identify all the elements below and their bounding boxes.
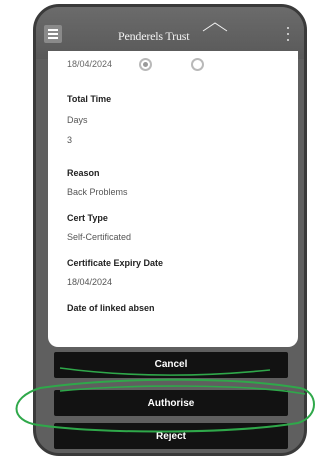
kebab-menu-icon[interactable] [286, 27, 290, 41]
brand-roof-icon [202, 22, 228, 32]
certificate-expiry-date-label: Certificate Expiry Date [67, 258, 164, 268]
certificate-expiry-date-value: 18/04/2024 [67, 277, 113, 287]
brand-logo-text: Penderels Trust [118, 29, 190, 43]
absence-details-card: 18/04/2024 Total Time Days 3 Reason Back… [48, 51, 298, 347]
date-of-linked-absence-label: Date of linked absen [67, 303, 155, 313]
phone-frame: Penderels Trust 18/04/2024 Total Time Da… [33, 4, 307, 456]
authorise-button[interactable]: Authorise [54, 390, 288, 416]
reason-value: Back Problems [67, 187, 128, 197]
reject-button[interactable]: Reject [54, 423, 288, 449]
app-screen: Penderels Trust 18/04/2024 Total Time Da… [36, 7, 304, 453]
cert-type-value: Self-Certificated [67, 232, 132, 242]
radio-option-unselected[interactable] [191, 58, 204, 71]
radio-option-selected[interactable] [139, 58, 152, 71]
cert-type-label: Cert Type [67, 213, 108, 223]
total-time-label: Total Time [67, 94, 112, 104]
total-time-value: 3 [67, 135, 73, 145]
total-time-unit: Days [67, 115, 88, 125]
cancel-button[interactable]: Cancel [54, 352, 288, 378]
reason-label: Reason [67, 168, 100, 178]
hamburger-menu-icon[interactable] [44, 25, 62, 43]
partially-visible-date: 18/04/2024 [67, 59, 113, 69]
